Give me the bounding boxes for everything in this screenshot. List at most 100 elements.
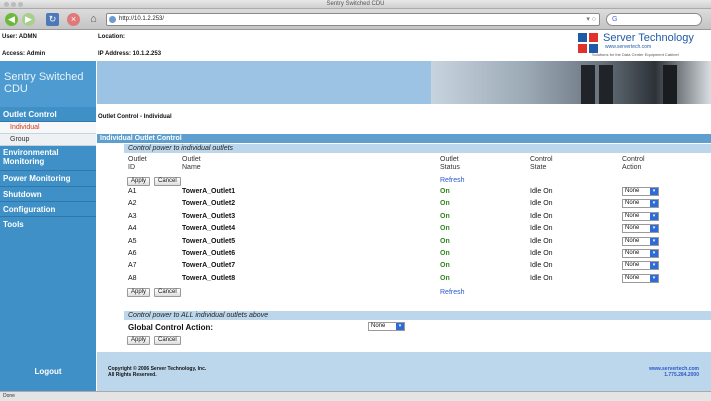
- outlet-status: On: [440, 213, 450, 220]
- reload-icon[interactable]: ↻: [46, 13, 59, 26]
- sidebar-item-individual[interactable]: Individual: [0, 122, 96, 134]
- sidebar-title: Sentry Switched CDU: [0, 61, 96, 107]
- global-control-label: Global Control Action:: [128, 323, 214, 332]
- browser-toolbar: ◀ ▶ ↻ × ⌂ http://10.1.2.253/ ▾ ○ G: [0, 9, 711, 30]
- control-action-value: None: [625, 275, 640, 281]
- outlet-status: On: [440, 238, 450, 245]
- control-action-select[interactable]: None ▾: [622, 212, 659, 221]
- copyright: Copyright © 2006 Server Technology, Inc.…: [108, 366, 206, 378]
- outlet-id: A5: [128, 238, 137, 245]
- control-action-select[interactable]: None ▾: [622, 274, 659, 283]
- section-title: Individual Outlet Control: [97, 134, 711, 143]
- outlet-id: A3: [128, 213, 137, 220]
- logo-tagline: Solutions for the Data Center Equipment …: [592, 52, 679, 57]
- sidebar-item-power-monitoring[interactable]: Power Monitoring: [0, 171, 96, 187]
- select-arrow-icon: ▾: [396, 323, 404, 330]
- location-label: Location:: [98, 34, 125, 40]
- select-arrow-icon: ▾: [650, 275, 658, 282]
- global-subsection-title: Control power to ALL individual outlets …: [124, 311, 711, 320]
- refresh-link-top[interactable]: Refresh: [440, 177, 465, 184]
- global-control-action-select[interactable]: None ▾: [368, 322, 405, 331]
- forward-arrow-icon[interactable]: ▶: [22, 13, 35, 26]
- back-arrow-icon[interactable]: ◀: [5, 13, 18, 26]
- global-control-action-value: None: [371, 323, 386, 329]
- refresh-link-bottom[interactable]: Refresh: [440, 289, 465, 296]
- control-action-value: None: [625, 225, 640, 231]
- outlet-name: TowerA_Outlet6: [182, 250, 236, 257]
- sidebar-item-environmental-monitoring[interactable]: Environmental Monitoring: [0, 146, 70, 170]
- select-arrow-icon: ▾: [650, 225, 658, 232]
- outlet-name: TowerA_Outlet8: [182, 275, 236, 282]
- datacenter-photo: [431, 61, 711, 104]
- outlet-status: On: [440, 225, 450, 232]
- outlet-status: On: [440, 262, 450, 269]
- header-banner: [97, 61, 711, 104]
- control-action-select[interactable]: None ▾: [622, 249, 659, 258]
- column-header-outlet-id: Outlet ID: [128, 156, 147, 171]
- column-header-outlet-status: Outlet Status: [440, 156, 460, 171]
- logo-name: Server Technology: [603, 32, 694, 44]
- select-arrow-icon: ▾: [650, 188, 658, 195]
- home-icon[interactable]: ⌂: [87, 13, 100, 26]
- control-state: Idle On: [530, 200, 553, 207]
- outlet-id: A1: [128, 188, 137, 195]
- stop-icon[interactable]: ×: [67, 13, 80, 26]
- outlet-name: TowerA_Outlet2: [182, 200, 236, 207]
- browser-status-bar: Done: [0, 391, 711, 401]
- control-state: Idle On: [530, 250, 553, 257]
- sidebar-nav: Outlet Control Individual Group Environm…: [0, 108, 96, 232]
- subsection-title: Control power to individual outlets: [124, 144, 711, 153]
- cancel-button-global[interactable]: Cancel: [154, 336, 181, 345]
- control-state: Idle On: [530, 238, 553, 245]
- outlet-status: On: [440, 275, 450, 282]
- outlet-id: A2: [128, 200, 137, 207]
- control-action-select[interactable]: None ▾: [622, 224, 659, 233]
- control-state: Idle On: [530, 275, 553, 282]
- control-action-select[interactable]: None ▾: [622, 199, 659, 208]
- control-action-select[interactable]: None ▾: [622, 261, 659, 270]
- control-state: Idle On: [530, 262, 553, 269]
- sidebar-item-tools[interactable]: Tools: [0, 217, 96, 232]
- outlet-name: TowerA_Outlet1: [182, 188, 236, 195]
- control-action-value: None: [625, 188, 640, 194]
- apply-button-bottom[interactable]: Apply: [127, 288, 151, 297]
- reload-small-icon[interactable]: ▾ ○: [586, 14, 596, 25]
- select-arrow-icon: ▾: [650, 213, 658, 220]
- select-arrow-icon: ▾: [650, 262, 658, 269]
- control-action-value: None: [625, 262, 640, 268]
- select-arrow-icon: ▾: [650, 238, 658, 245]
- cancel-button-bottom[interactable]: Cancel: [154, 288, 181, 297]
- server-technology-logo: Server Technology www.servertech.com Sol…: [578, 31, 708, 59]
- outlet-name: TowerA_Outlet3: [182, 213, 236, 220]
- user-label: User: ADMN: [2, 34, 37, 40]
- column-header-control-state: Control State: [530, 156, 553, 171]
- logout-link[interactable]: Logout: [0, 361, 96, 383]
- control-action-value: None: [625, 250, 640, 256]
- outlet-id: A6: [128, 250, 137, 257]
- sidebar-item-shutdown[interactable]: Shutdown: [0, 187, 96, 202]
- logo-mark-icon: [578, 33, 598, 53]
- outlet-name: TowerA_Outlet5: [182, 238, 236, 245]
- cancel-button-top[interactable]: Cancel: [154, 177, 181, 186]
- control-state: Idle On: [530, 225, 553, 232]
- sidebar-item-configuration[interactable]: Configuration: [0, 202, 96, 217]
- sidebar-item-outlet-control[interactable]: Outlet Control: [0, 108, 96, 122]
- outlet-status: On: [440, 188, 450, 195]
- url-bar[interactable]: http://10.1.2.253/ ▾ ○: [106, 13, 600, 26]
- sidebar-item-group[interactable]: Group: [0, 134, 96, 146]
- apply-button-top[interactable]: Apply: [127, 177, 151, 186]
- sidebar: Sentry Switched CDU Outlet Control Indiv…: [0, 61, 96, 391]
- window-titlebar: Sentry Switched CDU: [0, 0, 711, 9]
- select-arrow-icon: ▾: [650, 250, 658, 257]
- copyright-line-2: All Rights Reserved.: [108, 372, 157, 378]
- apply-button-global[interactable]: Apply: [127, 336, 151, 345]
- control-action-value: None: [625, 213, 640, 219]
- control-action-value: None: [625, 200, 640, 206]
- control-action-select[interactable]: None ▾: [622, 237, 659, 246]
- control-action-select[interactable]: None ▾: [622, 187, 659, 196]
- search-engine-icon: G: [612, 16, 618, 23]
- footer-phone: 1.775.284.2000: [664, 372, 699, 378]
- search-box[interactable]: G: [606, 13, 702, 26]
- outlet-status: On: [440, 200, 450, 207]
- outlet-name: TowerA_Outlet7: [182, 262, 236, 269]
